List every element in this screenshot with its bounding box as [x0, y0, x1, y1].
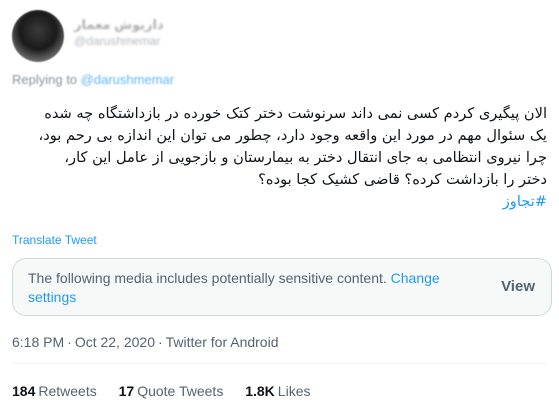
retweets-count: 184	[12, 383, 36, 399]
retweets-label: Retweets	[38, 383, 97, 399]
hashtag-link[interactable]: #تجاوز	[503, 193, 547, 210]
author-names: داریوش معمار @darushmemar	[74, 16, 254, 48]
tweet-date-link[interactable]: Oct 22, 2020	[75, 334, 155, 350]
replying-to: Replying to @darushmemar	[12, 72, 174, 87]
tweet-text-line: دختر را بازداشت کرده؟ قاضی کشیک کجا بوده…	[258, 171, 547, 188]
retweets-stat[interactable]: 184 Retweets	[12, 383, 97, 399]
author-display-name[interactable]: داریوش معمار	[74, 16, 168, 32]
author-handle[interactable]: @darushmemar	[74, 34, 254, 48]
tweet-header: داریوش معمار @darushmemar	[12, 10, 552, 64]
avatar[interactable]	[12, 10, 64, 62]
tweet-text: الان پیگیری کردم کسی نمی داند سرنوشت دخت…	[12, 103, 547, 213]
tweet-stats: 184 Retweets 17 Quote Tweets 1.8K Likes	[12, 383, 328, 399]
tweet-meta: 6:18 PM · Oct 22, 2020 · Twitter for Android	[12, 334, 278, 350]
tweet-text-line: چرا نیروی انتظامی به جای انتقال دختر به …	[64, 149, 547, 166]
likes-stat[interactable]: 1.8K Likes	[245, 383, 310, 399]
translate-tweet-link[interactable]: Translate Tweet	[12, 233, 97, 247]
sensitive-media-message: The following media includes potentially…	[28, 270, 387, 286]
quote-tweets-label: Quote Tweets	[137, 383, 224, 399]
sensitive-media-notice: The following media includes potentially…	[12, 258, 552, 316]
tweet-time-link[interactable]: 6:18 PM	[12, 334, 64, 350]
sensitive-media-message-block: The following media includes potentially…	[28, 269, 473, 307]
meta-separator: ·	[157, 334, 163, 350]
divider	[12, 363, 547, 364]
replying-prefix: Replying to	[12, 72, 78, 87]
likes-label: Likes	[277, 383, 311, 399]
meta-separator: ·	[67, 334, 72, 350]
tweet-source-link[interactable]: Twitter for Android	[166, 334, 279, 350]
view-media-button[interactable]: View	[501, 278, 535, 295]
likes-count: 1.8K	[245, 383, 275, 399]
tweet-text-line: یک سئوال مهم در مورد این واقعه وجود دارد…	[38, 127, 547, 144]
tweet-text-line: الان پیگیری کردم کسی نمی داند سرنوشت دخت…	[44, 105, 547, 122]
quote-tweets-count: 17	[118, 383, 135, 399]
replying-mention-link[interactable]: @darushmemar	[81, 72, 174, 87]
author-display-name-text: داریوش معمار	[74, 17, 164, 32]
tweet-detail: داریوش معمار @darushmemar Replying to @d…	[0, 0, 559, 407]
quote-tweets-stat[interactable]: 17 Quote Tweets	[119, 383, 224, 399]
